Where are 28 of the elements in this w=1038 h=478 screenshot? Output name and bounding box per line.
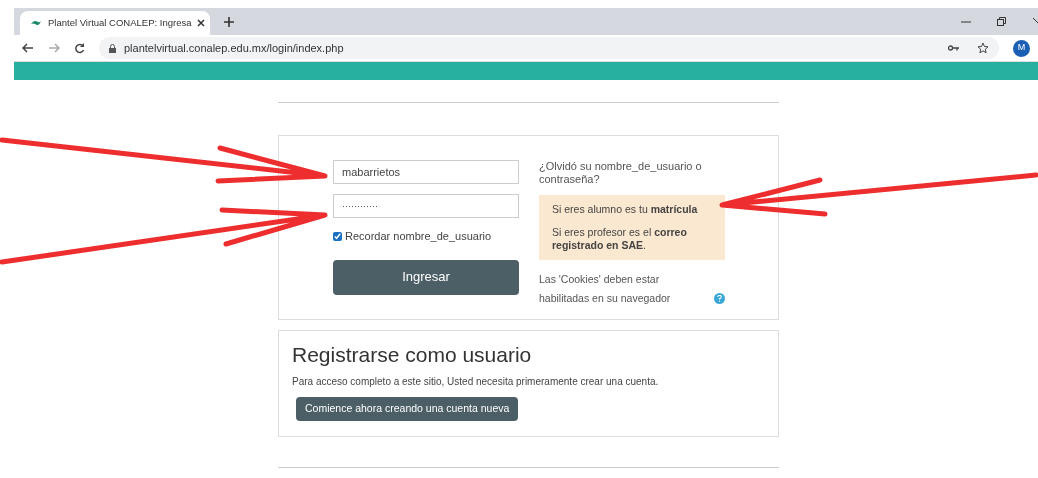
address-bar[interactable]: plantelvirtual.conalep.edu.mx/login/index.php [99, 37, 999, 59]
forgot-password-link[interactable]: ¿Olvidó su nombre_de_usuario o contraseña? [539, 160, 725, 186]
leaf-icon [30, 19, 42, 27]
close-icon[interactable] [197, 19, 206, 27]
star-icon[interactable] [977, 42, 989, 54]
minimize-icon[interactable] [961, 20, 971, 23]
tab-title: Plantel Virtual CONALEP: Ingresa [48, 15, 192, 30]
url-text: plantelvirtual.conalep.edu.mx/login/index.php [124, 40, 344, 56]
create-account-button[interactable]: Comience ahora creando una cuenta nueva [296, 397, 519, 421]
register-text: Para acceso completo a este sitio, Usted necesita primeramente crear una cuenta. [292, 375, 660, 389]
register-heading: Registrarse como usuario [292, 342, 533, 368]
reload-icon[interactable] [74, 42, 85, 54]
profile-avatar[interactable]: M [1013, 39, 1030, 57]
password-field[interactable]: ············ [333, 194, 519, 218]
cookies-note: Las 'Cookies' deben estar habilitadas en su navegador [539, 272, 672, 306]
new-tab-icon[interactable] [224, 17, 234, 27]
notice-text: Si eres alumno es tu matrícula [552, 203, 699, 216]
restore-icon[interactable] [997, 17, 1006, 26]
remember-checkbox[interactable] [333, 231, 342, 241]
remember-label: Recordar nombre_de_usuario [345, 229, 492, 244]
notice-text: Si eres profesor es el correo registrado en SAE. [552, 226, 688, 252]
key-icon[interactable] [948, 45, 959, 51]
lock-icon [109, 43, 116, 53]
help-icon[interactable] [714, 293, 725, 304]
browser-tab[interactable]: Plantel Virtual CONALEP: Ingresa [20, 11, 210, 35]
login-button[interactable]: Ingresar [333, 259, 519, 295]
back-icon[interactable] [22, 43, 34, 53]
username-field[interactable]: mabarrietos [333, 160, 519, 184]
